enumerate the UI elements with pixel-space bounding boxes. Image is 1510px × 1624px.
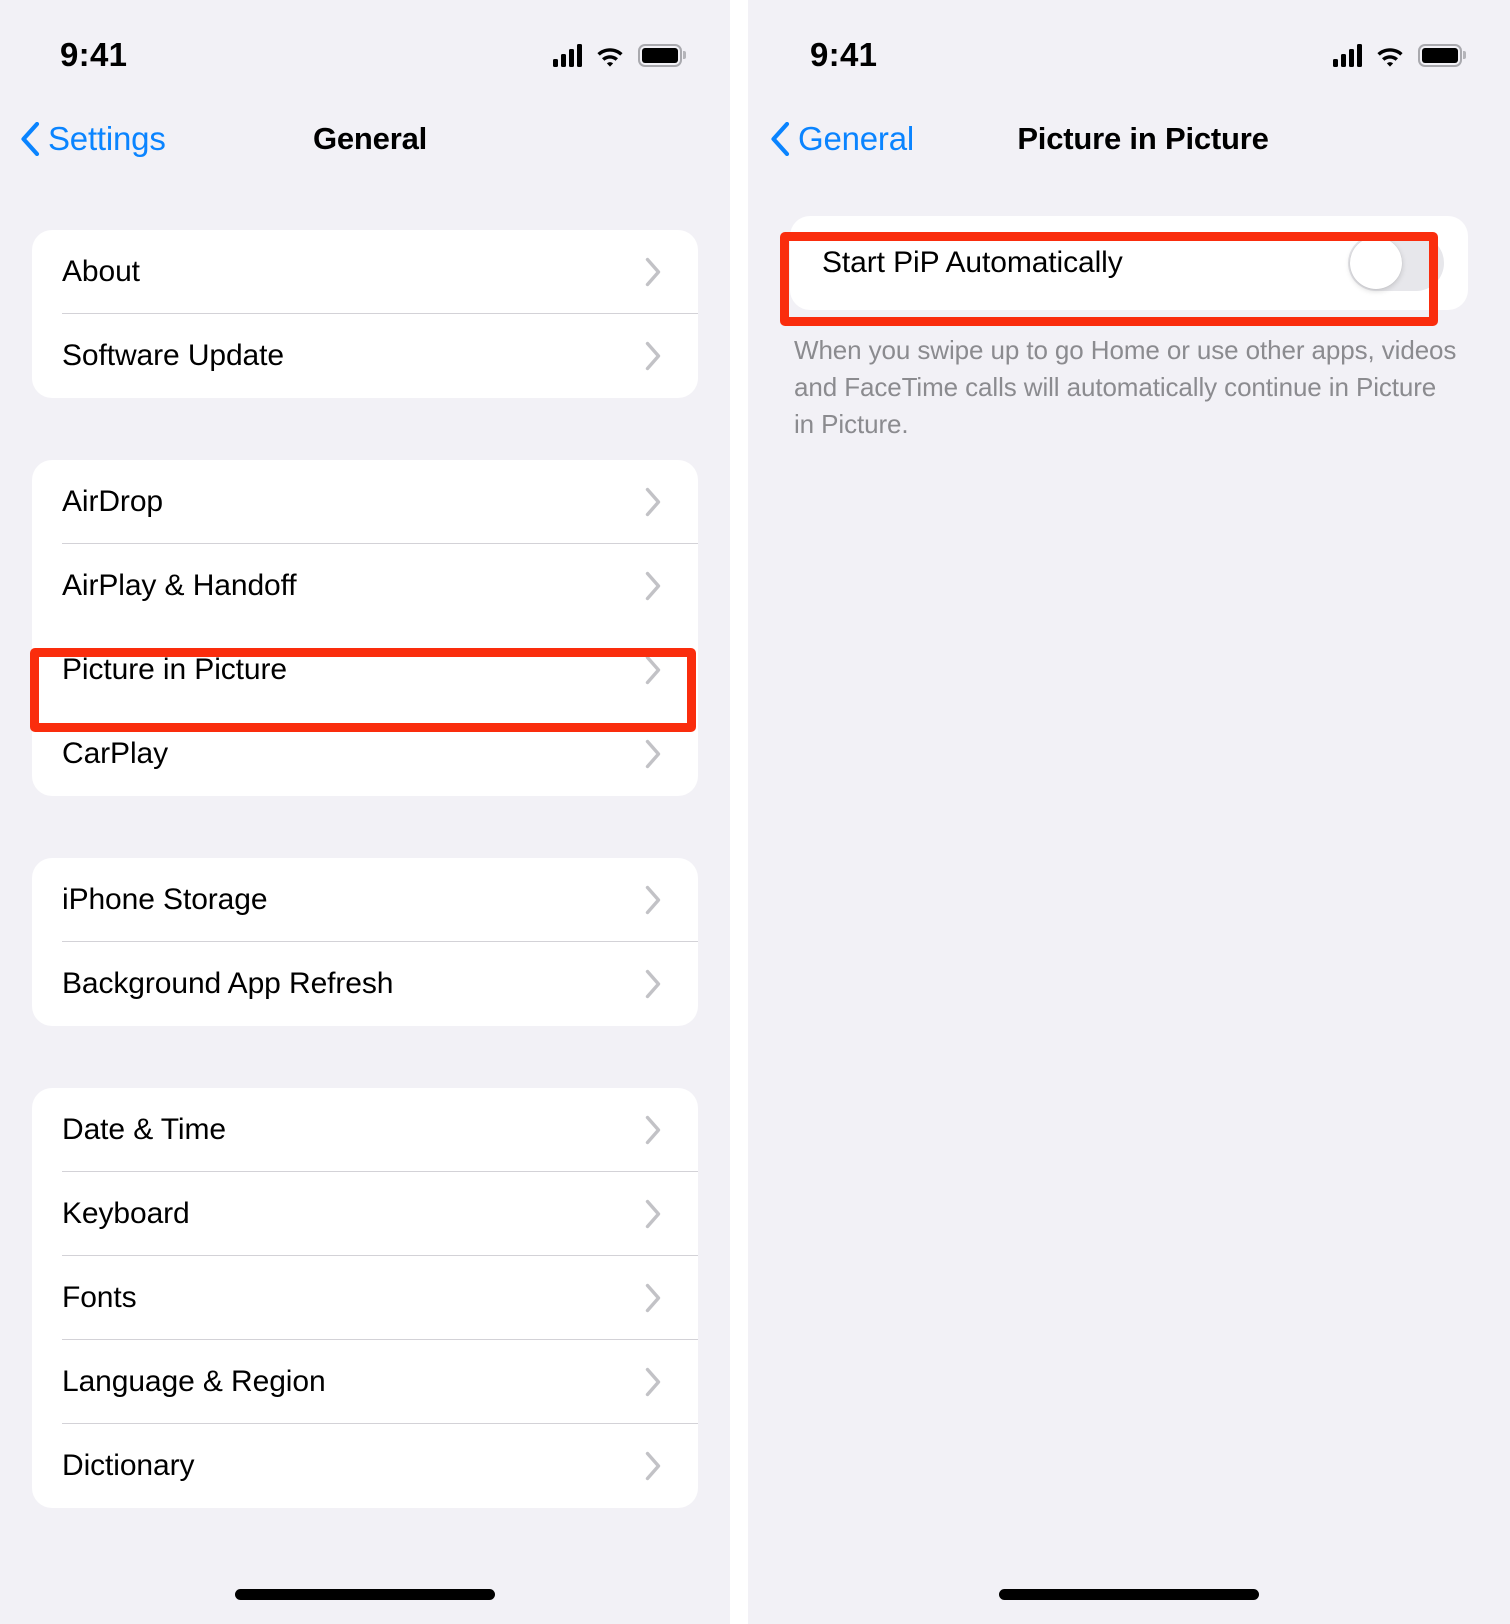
chevron-left-icon (20, 121, 40, 157)
sidebar-item-about[interactable]: About (32, 230, 698, 314)
row-label: About (62, 255, 140, 288)
toggle-knob (1350, 237, 1402, 289)
sidebar-item-date-time[interactable]: Date & Time (32, 1088, 698, 1172)
sidebar-item-language-region[interactable]: Language & Region (32, 1340, 698, 1424)
sidebar-item-iphone-storage[interactable]: iPhone Storage (32, 858, 698, 942)
status-bar-icons (1333, 29, 1462, 67)
sidebar-item-background-app-refresh[interactable]: Background App Refresh (32, 942, 698, 1026)
sidebar-item-keyboard[interactable]: Keyboard (32, 1172, 698, 1256)
chevron-right-icon (645, 1451, 662, 1481)
chevron-right-icon (645, 1199, 662, 1229)
battery-full-icon (638, 43, 682, 67)
back-button-label: Settings (48, 120, 166, 157)
chevron-right-icon (645, 1283, 662, 1313)
nav-bar-left: Settings General (0, 96, 730, 182)
sidebar-item-airplay-handoff[interactable]: AirPlay & Handoff (32, 544, 698, 628)
home-indicator (235, 1589, 495, 1600)
status-bar-time: 9:41 (60, 36, 128, 73)
sidebar-item-carplay[interactable]: CarPlay (32, 712, 698, 796)
right-phone-screen: 9:41 General Picture in Picture Start Pi… (748, 0, 1510, 1624)
row-label: Software Update (62, 339, 284, 372)
status-bar-right: 9:41 (748, 0, 1510, 96)
status-bar-icons (553, 29, 682, 67)
home-indicator (999, 1589, 1259, 1600)
sidebar-item-software-update[interactable]: Software Update (32, 314, 698, 398)
chevron-right-icon (645, 487, 662, 517)
settings-group-2: AirDrop AirPlay & Handoff Picture in Pic… (32, 460, 698, 796)
chevron-right-icon (645, 341, 662, 371)
status-bar-left: 9:41 (0, 0, 730, 96)
back-button-settings[interactable]: Settings (20, 120, 166, 158)
nav-bar-right: General Picture in Picture (748, 96, 1510, 182)
row-label: Fonts (62, 1281, 137, 1314)
sidebar-item-fonts[interactable]: Fonts (32, 1256, 698, 1340)
battery-full-icon (1418, 43, 1462, 67)
settings-group-3: iPhone Storage Background App Refresh (32, 858, 698, 1026)
settings-list-left: About Software Update AirDrop AirPlay & … (0, 182, 730, 1508)
row-label: CarPlay (62, 737, 168, 770)
sidebar-item-airdrop[interactable]: AirDrop (32, 460, 698, 544)
cellular-signal-icon (553, 43, 582, 67)
chevron-left-icon (770, 121, 790, 157)
row-label: AirDrop (62, 485, 163, 518)
row-label: Dictionary (62, 1449, 195, 1482)
row-label: Date & Time (62, 1113, 226, 1146)
row-label: Language & Region (62, 1365, 326, 1398)
chevron-right-icon (645, 655, 662, 685)
row-label: iPhone Storage (62, 883, 268, 916)
row-label: Start PiP Automatically (822, 246, 1123, 279)
setting-row-start-pip-automatically[interactable]: Start PiP Automatically (790, 216, 1468, 310)
sidebar-item-picture-in-picture[interactable]: Picture in Picture (32, 628, 698, 712)
chevron-right-icon (645, 739, 662, 769)
chevron-right-icon (645, 257, 662, 287)
status-bar-time: 9:41 (810, 36, 878, 73)
wifi-icon (1375, 44, 1405, 67)
settings-group-4: Date & Time Keyboard Fonts Language & Re… (32, 1088, 698, 1508)
left-phone-screen: 9:41 Settings General About Software Upd… (0, 0, 730, 1624)
dual-screenshot-container: 9:41 Settings General About Software Upd… (0, 0, 1510, 1624)
pip-footer-note: When you swipe up to go Home or use othe… (794, 335, 1457, 440)
settings-list-right: Start PiP Automatically When you swipe u… (748, 182, 1510, 444)
wifi-icon (595, 44, 625, 67)
settings-group-1: About Software Update (32, 230, 698, 398)
chevron-right-icon (645, 571, 662, 601)
back-button-general[interactable]: General (770, 120, 914, 158)
sidebar-item-dictionary[interactable]: Dictionary (32, 1424, 698, 1508)
panel-divider (730, 0, 748, 1624)
start-pip-automatically-toggle[interactable] (1348, 235, 1444, 291)
back-button-label: General (798, 120, 915, 157)
row-label: AirPlay & Handoff (62, 569, 297, 602)
chevron-right-icon (645, 1367, 662, 1397)
chevron-right-icon (645, 1115, 662, 1145)
row-label: Picture in Picture (62, 653, 287, 686)
cellular-signal-icon (1333, 43, 1362, 67)
row-label: Background App Refresh (62, 967, 394, 1000)
row-label: Keyboard (62, 1197, 190, 1230)
pip-settings-group: Start PiP Automatically (790, 216, 1468, 310)
chevron-right-icon (645, 885, 662, 915)
chevron-right-icon (645, 969, 662, 999)
